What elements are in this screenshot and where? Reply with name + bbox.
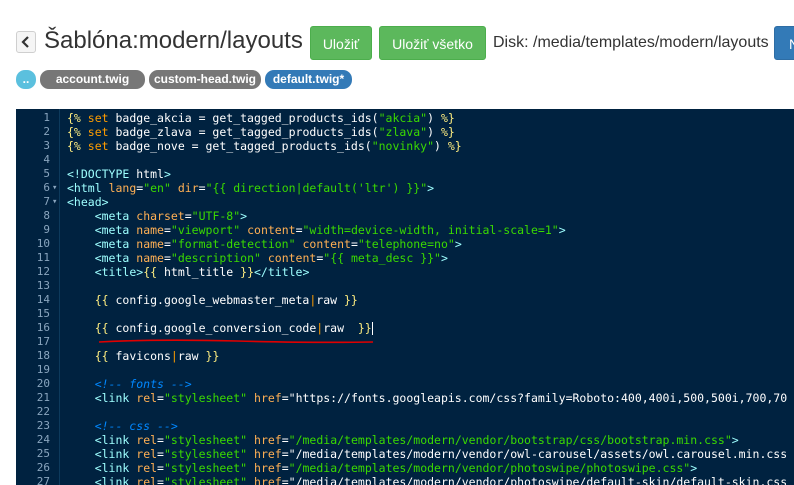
line-number: 25 [36,447,50,460]
code-text: {% set badge_zlava = get_tagged_products… [67,125,455,139]
line-number: 17 [36,335,50,348]
line-number: 20 [36,377,50,390]
line-number: 11 [36,251,50,264]
new-button[interactable]: N [774,26,794,60]
code-line[interactable]: 24 <link rel="stylesheet" href="/media/t… [16,433,794,447]
code-editor[interactable]: 1 {% set badge_akcia = get_tagged_product… [16,109,794,485]
code-line[interactable]: 25 <link rel="stylesheet" href="/media/t… [16,447,794,461]
line-number: 18 [36,349,50,362]
code-line[interactable]: 14 {{ config.google_webmaster_meta|raw }… [16,293,794,307]
line-number: 19 [36,363,50,376]
code-text: {{ config.google_webmaster_meta|raw }} [94,293,358,307]
code-line[interactable]: 11 <meta name="description" content="{{ … [16,251,794,265]
line-number: 5 [43,167,50,180]
line-number: 26 [36,461,50,474]
code-text: {% set badge_nove = get_tagged_products_… [67,139,462,153]
code-line[interactable]: 5 <!DOCTYPE html> [16,167,794,181]
code-text: {{ config.google_conversion_code|raw }} [94,321,373,335]
tab-custom-head-twig[interactable]: custom-head.twig [149,70,261,89]
code-line[interactable]: 6 ▾ <html lang="en" dir="{{ direction|defa… [16,181,794,195]
page-title: Šablóna:modern/layouts [44,27,303,54]
fold-arrow-icon[interactable]: ▾ [52,181,59,195]
line-number: 21 [36,391,50,404]
code-line[interactable]: 27 <link rel="stylesheet" href="/media/t… [16,475,794,485]
line-number: 3 [43,139,50,152]
code-line[interactable]: 18 {{ favicons|raw }} [16,349,794,363]
line-number: 9 [43,223,50,236]
code-line[interactable]: 12 <title>{{ html_title }}</title> [16,265,794,279]
code-line[interactable]: 22 [16,405,794,419]
line-number: 15 [36,307,50,320]
back-button[interactable] [16,31,36,53]
line-number: 14 [36,293,50,306]
code-text: {% set badge_akcia = get_tagged_products… [67,111,455,125]
code-text: {{ favicons|raw }} [94,349,220,363]
tab-default-twig[interactable]: default.twig* [265,70,352,89]
code-text: <!DOCTYPE html> [67,167,171,181]
code-line[interactable]: 20 <!-- fonts --> [16,377,794,391]
code-text: <html lang="en" dir="{{ direction|defaul… [67,181,435,195]
line-number: 8 [43,209,50,222]
code-text: <meta name="viewport" content="width=dev… [94,223,566,237]
save-button[interactable]: Uložiť [310,26,372,60]
line-number: 10 [36,237,50,250]
line-number: 7 [43,195,50,208]
code-line[interactable]: 2 {% set badge_zlava = get_tagged_product… [16,125,794,139]
line-number: 2 [43,125,50,138]
code-line[interactable]: 7 ▾ <head> [16,195,794,209]
code-text: <meta name="description" content="{{ met… [94,251,448,265]
code-line[interactable]: 26 <link rel="stylesheet" href="/media/t… [16,461,794,475]
code-text: <meta charset="UTF-8"> [94,209,248,223]
code-text: <link rel="stylesheet" href="/media/temp… [94,433,739,447]
fold-arrow-icon[interactable]: ▾ [52,195,59,209]
code-line[interactable]: 9 <meta name="viewport" content="width=d… [16,223,794,237]
code-line[interactable]: 4 [16,153,794,167]
line-number: 1 [43,111,50,124]
code-text: <title>{{ html_title }}</title> [94,265,310,279]
line-number: 4 [43,153,50,166]
line-number: 23 [36,419,50,432]
text-cursor [371,322,373,335]
tab-account-twig[interactable]: account.twig [40,70,145,89]
code-text: <link rel="stylesheet" href="/media/temp… [94,447,788,461]
line-number: 22 [36,405,50,418]
line-number: 6 [43,181,50,194]
code-text: <meta name="format-detection" content="t… [94,237,462,251]
code-line[interactable]: 16 {{ config.google_conversion_code|raw … [16,321,794,335]
code-line[interactable]: 15 [16,307,794,321]
code-text: <head> [67,195,109,209]
disk-path-label: Disk: /media/templates/modern/layouts [493,34,769,51]
chevron-left-icon [21,36,29,48]
code-text: <!-- fonts --> [67,377,192,391]
line-number: 12 [36,265,50,278]
code-line[interactable]: 8 <meta charset="UTF-8"> [16,209,794,223]
code-text: <link rel="stylesheet" href="/media/temp… [94,461,698,475]
line-number: 24 [36,433,50,446]
code-text: <link rel="stylesheet" href="https://fon… [94,391,788,405]
code-text: <link rel="stylesheet" href="/media/temp… [94,475,788,485]
tab-parent-directory[interactable]: .. [16,70,36,89]
code-text: <!-- css --> [67,419,178,433]
toolbar: Šablóna:modern/layouts Uložiť Uložiť vše… [0,0,794,60]
line-number: 16 [36,321,50,334]
line-number: 27 [36,475,50,485]
red-underline-annotation [98,339,374,344]
code-line[interactable]: 13 [16,279,794,293]
save-all-button[interactable]: Uložiť všetko [379,26,486,60]
code-line[interactable]: 10 <meta name="format-detection" content… [16,237,794,251]
code-line[interactable]: 19 [16,363,794,377]
code-line[interactable]: 23 <!-- css --> [16,419,794,433]
code-line[interactable]: 21 <link rel="stylesheet" href="https://… [16,391,794,405]
code-line[interactable]: 1 {% set badge_akcia = get_tagged_product… [16,111,794,125]
code-line[interactable]: 3 {% set badge_nove = get_tagged_products… [16,139,794,153]
line-number: 13 [36,279,50,292]
